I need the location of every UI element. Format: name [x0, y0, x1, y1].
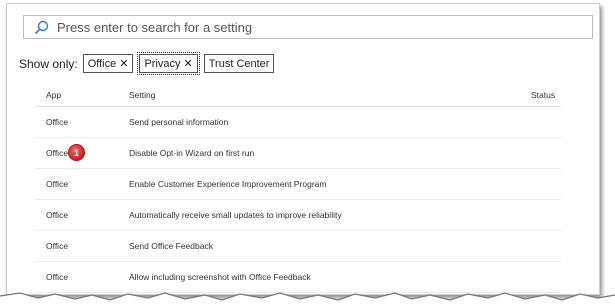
cell-setting: Allow including screenshot with Office F… [108, 261, 469, 293]
cell-setting: Enable Customer Experience Improvement P… [108, 168, 469, 200]
cell-setting: Disable Opt-in Wizard on first run [129, 148, 255, 158]
cell-status [469, 230, 561, 262]
table-row[interactable]: Office Allow including screenshot with O… [35, 261, 561, 293]
search-icon [31, 17, 51, 37]
settings-table: App Setting Status Office Send personal … [35, 84, 561, 293]
callout-badge: 1 [68, 144, 85, 161]
table-row[interactable]: Office Send personal information [35, 106, 561, 138]
cell-app: Office [35, 168, 108, 200]
filter-chip-trust-center[interactable]: Trust Center [203, 54, 275, 73]
table-header-row: App Setting Status [35, 84, 561, 107]
torn-edge-decoration [0, 292, 615, 308]
cell-app: Office [35, 106, 108, 138]
cell-app: Office [35, 261, 108, 293]
cell-app: Office [35, 230, 108, 262]
cell-setting: Send Office Feedback [108, 230, 469, 262]
filter-chip-label: Office [87, 57, 117, 70]
cell-status [469, 168, 561, 200]
cell-setting-with-badge: 1 Disable Opt-in Wizard on first run [68, 137, 469, 169]
cell-status [469, 106, 561, 138]
filter-chip-label: Trust Center [208, 57, 270, 70]
cell-setting: Automatically receive small updates to i… [108, 199, 469, 231]
cell-status [469, 199, 561, 231]
filter-bar: Show only: Office ✕ Privacy ✕ Trust Cent… [19, 52, 280, 75]
filter-chip-privacy[interactable]: Privacy ✕ [137, 52, 200, 75]
search-box[interactable] [23, 15, 593, 39]
settings-panel: Show only: Office ✕ Privacy ✕ Trust Cent… [6, 3, 600, 295]
table-row[interactable]: Office Send Office Feedback [35, 230, 561, 262]
column-header-app[interactable]: App [35, 84, 108, 107]
column-header-status[interactable]: Status [469, 84, 561, 107]
remove-icon[interactable]: ✕ [184, 57, 193, 70]
filter-chip-office[interactable]: Office ✕ [82, 54, 134, 73]
search-input[interactable] [55, 18, 592, 36]
column-header-setting[interactable]: Setting [108, 84, 469, 107]
table-row[interactable]: Office 1 Disable Opt-in Wizard on first … [35, 137, 561, 169]
table-row[interactable]: Office Automatically receive small updat… [35, 199, 561, 231]
cell-status [469, 261, 561, 293]
cell-status [469, 137, 561, 169]
filter-chip-label: Privacy [144, 57, 181, 70]
show-only-label: Show only: [19, 56, 78, 71]
table-row[interactable]: Office Enable Customer Experience Improv… [35, 168, 561, 200]
remove-icon[interactable]: ✕ [119, 57, 128, 70]
cell-app: Office [35, 199, 108, 231]
cell-setting: Send personal information [108, 106, 469, 138]
